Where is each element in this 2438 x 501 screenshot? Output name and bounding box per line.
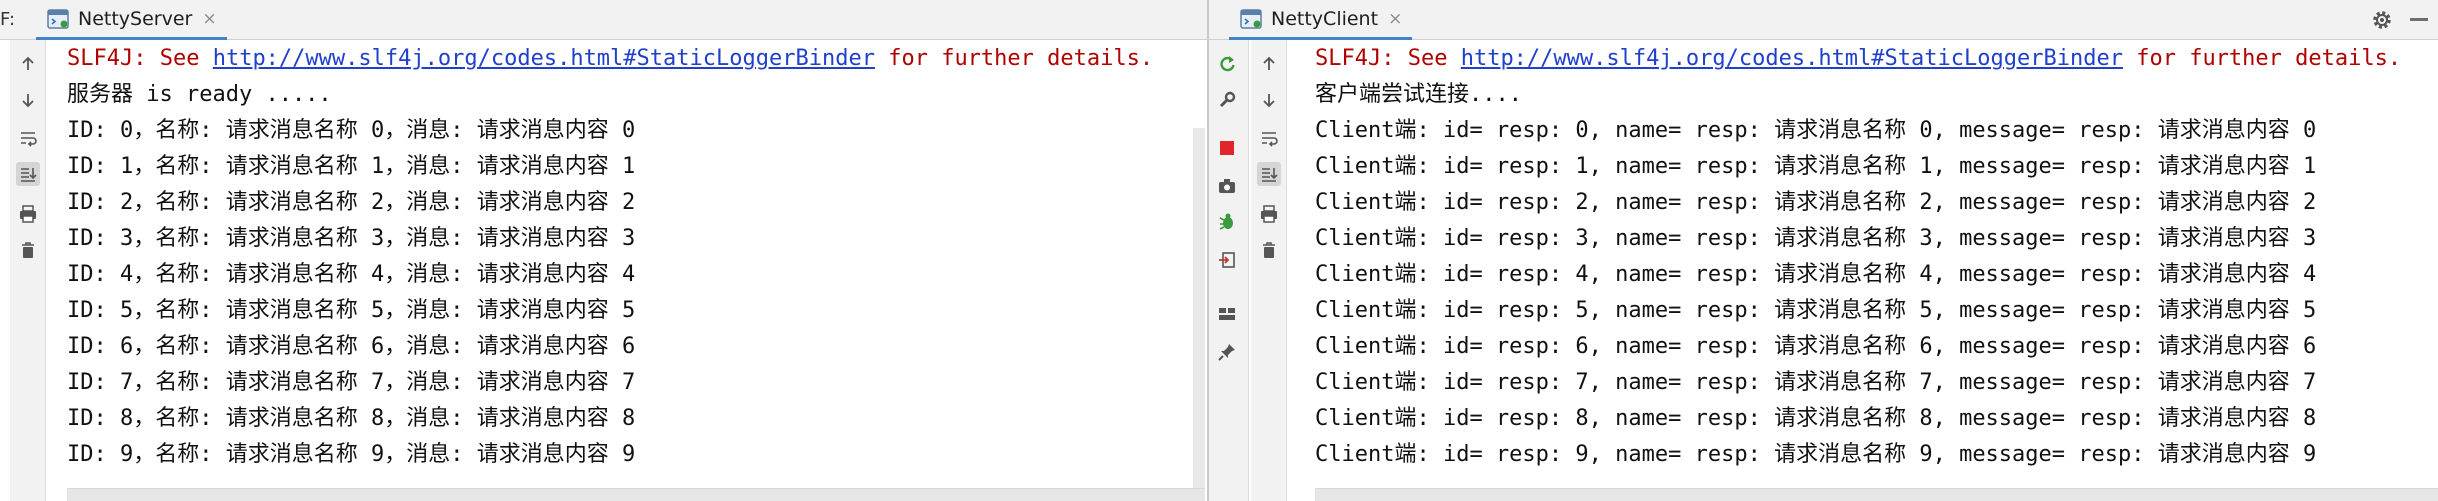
console-line: ID: 6，名称: 请求消息名称 6，消息: 请求消息内容 6 bbox=[67, 334, 636, 359]
console-line: 客户端尝试连接.... bbox=[1315, 82, 1522, 107]
slf4j-link[interactable]: http://www.slf4j.org/codes.html#StaticLo… bbox=[213, 46, 875, 71]
slf4j-prefix: SLF4J: See bbox=[67, 46, 213, 71]
scroll-up-icon[interactable] bbox=[1257, 52, 1281, 76]
tab-close-icon[interactable]: × bbox=[1388, 9, 1402, 29]
tab-netty-server[interactable]: NettyServer × bbox=[36, 0, 227, 40]
console-line: Client端: id= resp: 8, name= resp: 请求消息名称… bbox=[1315, 406, 2317, 431]
horizontal-scrollbar[interactable] bbox=[67, 488, 1205, 501]
run-toolbar bbox=[1209, 40, 1249, 501]
console-line: 服务器 is ready ..... bbox=[67, 82, 332, 107]
client-tabbar: NettyClient × bbox=[1209, 0, 2438, 40]
console-line: ID: 8，名称: 请求消息名称 8，消息: 请求消息内容 8 bbox=[67, 406, 636, 431]
console-line: Client端: id= resp: 6, name= resp: 请求消息名称… bbox=[1315, 334, 2317, 359]
console-line: Client端: id= resp: 5, name= resp: 请求消息名称… bbox=[1315, 298, 2317, 323]
slf4j-warning-line: SLF4J: See http://www.slf4j.org/codes.ht… bbox=[67, 41, 1207, 77]
soft-wrap-icon[interactable] bbox=[1257, 126, 1281, 150]
scroll-to-end-icon[interactable] bbox=[1257, 162, 1281, 186]
tab-title: NettyServer bbox=[78, 7, 193, 30]
console-line: ID: 1，名称: 请求消息名称 1，消息: 请求消息内容 1 bbox=[67, 154, 636, 179]
soft-wrap-icon[interactable] bbox=[16, 126, 40, 150]
stop-icon[interactable] bbox=[1215, 136, 1239, 160]
console-line: Client端: id= resp: 7, name= resp: 请求消息名称… bbox=[1315, 370, 2317, 395]
exit-icon[interactable] bbox=[1215, 248, 1239, 272]
console-line: ID: 3，名称: 请求消息名称 3，消息: 请求消息内容 3 bbox=[67, 226, 636, 251]
console-line: Client端: id= resp: 0, name= resp: 请求消息名称… bbox=[1315, 118, 2317, 143]
tab-netty-client[interactable]: NettyClient × bbox=[1229, 0, 1413, 40]
client-console-output[interactable]: SLF4J: See http://www.slf4j.org/codes.ht… bbox=[1288, 40, 2438, 501]
console-line: Client端: id= resp: 1, name= resp: 请求消息名称… bbox=[1315, 154, 2317, 179]
console-line: ID: 7，名称: 请求消息名称 7，消息: 请求消息内容 7 bbox=[67, 370, 636, 395]
console-tab-icon bbox=[46, 7, 70, 31]
scroll-down-icon[interactable] bbox=[1257, 88, 1281, 112]
server-tabbar: F: NettyServer × bbox=[0, 0, 1207, 40]
layout-icon[interactable] bbox=[1215, 302, 1239, 326]
tab-title: NettyClient bbox=[1271, 7, 1379, 30]
server-console-panel: F: NettyServer × SLF4J: See http://www.s… bbox=[0, 0, 1207, 501]
tabbar-prefix: F: bbox=[0, 9, 16, 30]
client-console-toolbar bbox=[1251, 40, 1287, 501]
console-line: Client端: id= resp: 4, name= resp: 请求消息名称… bbox=[1315, 262, 2317, 287]
console-line: ID: 5，名称: 请求消息名称 5，消息: 请求消息内容 5 bbox=[67, 298, 636, 323]
slf4j-suffix: for further details. bbox=[2122, 46, 2402, 71]
console-line: ID: 0，名称: 请求消息名称 0，消息: 请求消息内容 0 bbox=[67, 118, 636, 143]
settings-wrench-icon[interactable] bbox=[1215, 88, 1239, 112]
vertical-scrollbar[interactable] bbox=[1193, 128, 1205, 501]
slf4j-suffix: for further details. bbox=[874, 46, 1154, 71]
scroll-down-icon[interactable] bbox=[16, 88, 40, 112]
pin-icon[interactable] bbox=[1215, 340, 1239, 364]
clear-all-icon[interactable] bbox=[16, 238, 40, 262]
print-icon[interactable] bbox=[16, 202, 40, 226]
rerun-icon[interactable] bbox=[1215, 52, 1239, 76]
slf4j-warning-line: SLF4J: See http://www.slf4j.org/codes.ht… bbox=[1315, 41, 2438, 77]
horizontal-scrollbar[interactable] bbox=[1315, 488, 2438, 501]
camera-icon[interactable] bbox=[1215, 174, 1239, 198]
console-line: ID: 2，名称: 请求消息名称 2，消息: 请求消息内容 2 bbox=[67, 190, 636, 215]
scroll-to-end-icon[interactable] bbox=[16, 162, 40, 186]
console-tab-icon bbox=[1239, 7, 1263, 31]
slf4j-prefix: SLF4J: See bbox=[1315, 46, 1461, 71]
console-line: Client端: id= resp: 3, name= resp: 请求消息名称… bbox=[1315, 226, 2317, 251]
server-console-toolbar bbox=[10, 40, 46, 501]
console-line: Client端: id= resp: 2, name= resp: 请求消息名称… bbox=[1315, 190, 2317, 215]
tab-close-icon[interactable]: × bbox=[202, 9, 216, 29]
gear-icon[interactable] bbox=[2370, 8, 2394, 32]
minimize-icon[interactable] bbox=[2410, 18, 2428, 21]
server-console-output[interactable]: SLF4J: See http://www.slf4j.org/codes.ht… bbox=[46, 40, 1207, 501]
console-line: ID: 9，名称: 请求消息名称 9，消息: 请求消息内容 9 bbox=[67, 442, 636, 467]
print-icon[interactable] bbox=[1257, 202, 1281, 226]
slf4j-link[interactable]: http://www.slf4j.org/codes.html#StaticLo… bbox=[1461, 46, 2123, 71]
debug-bug-icon[interactable] bbox=[1215, 210, 1239, 234]
console-line: ID: 4，名称: 请求消息名称 4，消息: 请求消息内容 4 bbox=[67, 262, 636, 287]
console-line: Client端: id= resp: 9, name= resp: 请求消息名称… bbox=[1315, 442, 2317, 467]
clear-all-icon[interactable] bbox=[1257, 238, 1281, 262]
scroll-up-icon[interactable] bbox=[16, 52, 40, 76]
client-console-panel: NettyClient × SLF4J: See http://www.slf4… bbox=[1209, 0, 2438, 501]
